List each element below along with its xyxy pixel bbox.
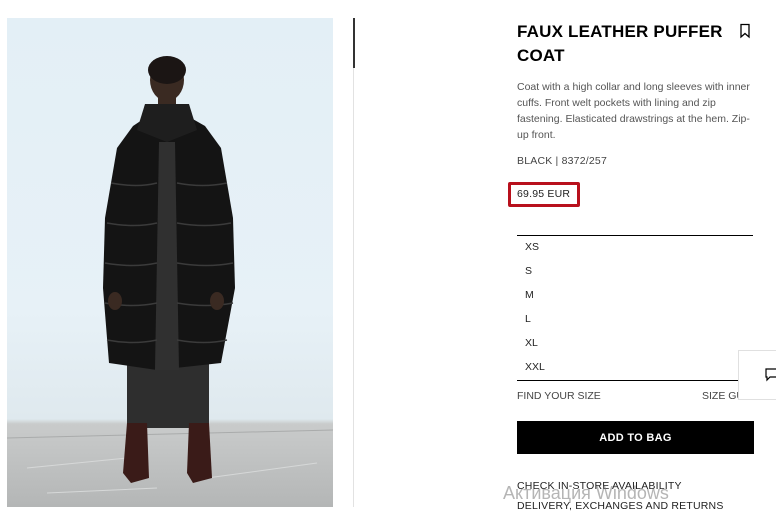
- divider: [353, 68, 354, 507]
- bookmark-icon[interactable]: [738, 23, 752, 39]
- chat-button[interactable]: [738, 350, 776, 400]
- find-your-size-link[interactable]: FIND YOUR SIZE: [517, 390, 601, 402]
- product-price: 69.95 EUR: [517, 188, 571, 200]
- image-scrollbar[interactable]: [353, 18, 355, 68]
- color-reference: BLACK | 8372/257: [517, 155, 607, 167]
- size-option-xs[interactable]: XS: [517, 235, 753, 259]
- size-option-s[interactable]: S: [517, 259, 753, 283]
- chat-icon: [765, 368, 776, 382]
- delivery-returns-link[interactable]: DELIVERY, EXCHANGES AND RETURNS: [517, 500, 724, 512]
- check-store-availability-link[interactable]: CHECK IN-STORE AVAILABILITY: [517, 480, 682, 492]
- size-option-l[interactable]: L: [517, 307, 753, 331]
- size-option-m[interactable]: M: [517, 283, 753, 307]
- product-description: Coat with a high collar and long sleeves…: [517, 81, 750, 141]
- size-option-xxl[interactable]: XXL: [517, 355, 753, 379]
- size-option-xl[interactable]: XL: [517, 331, 753, 355]
- add-to-bag-button[interactable]: ADD TO BAG: [517, 421, 754, 454]
- size-guide-link[interactable]: SIZE GU: [702, 390, 739, 402]
- product-photo[interactable]: [7, 18, 333, 507]
- product-title: FAUX LEATHER PUFFER COAT: [517, 22, 723, 65]
- size-list-bottom-border: [517, 380, 753, 381]
- model-illustration: [7, 56, 333, 494]
